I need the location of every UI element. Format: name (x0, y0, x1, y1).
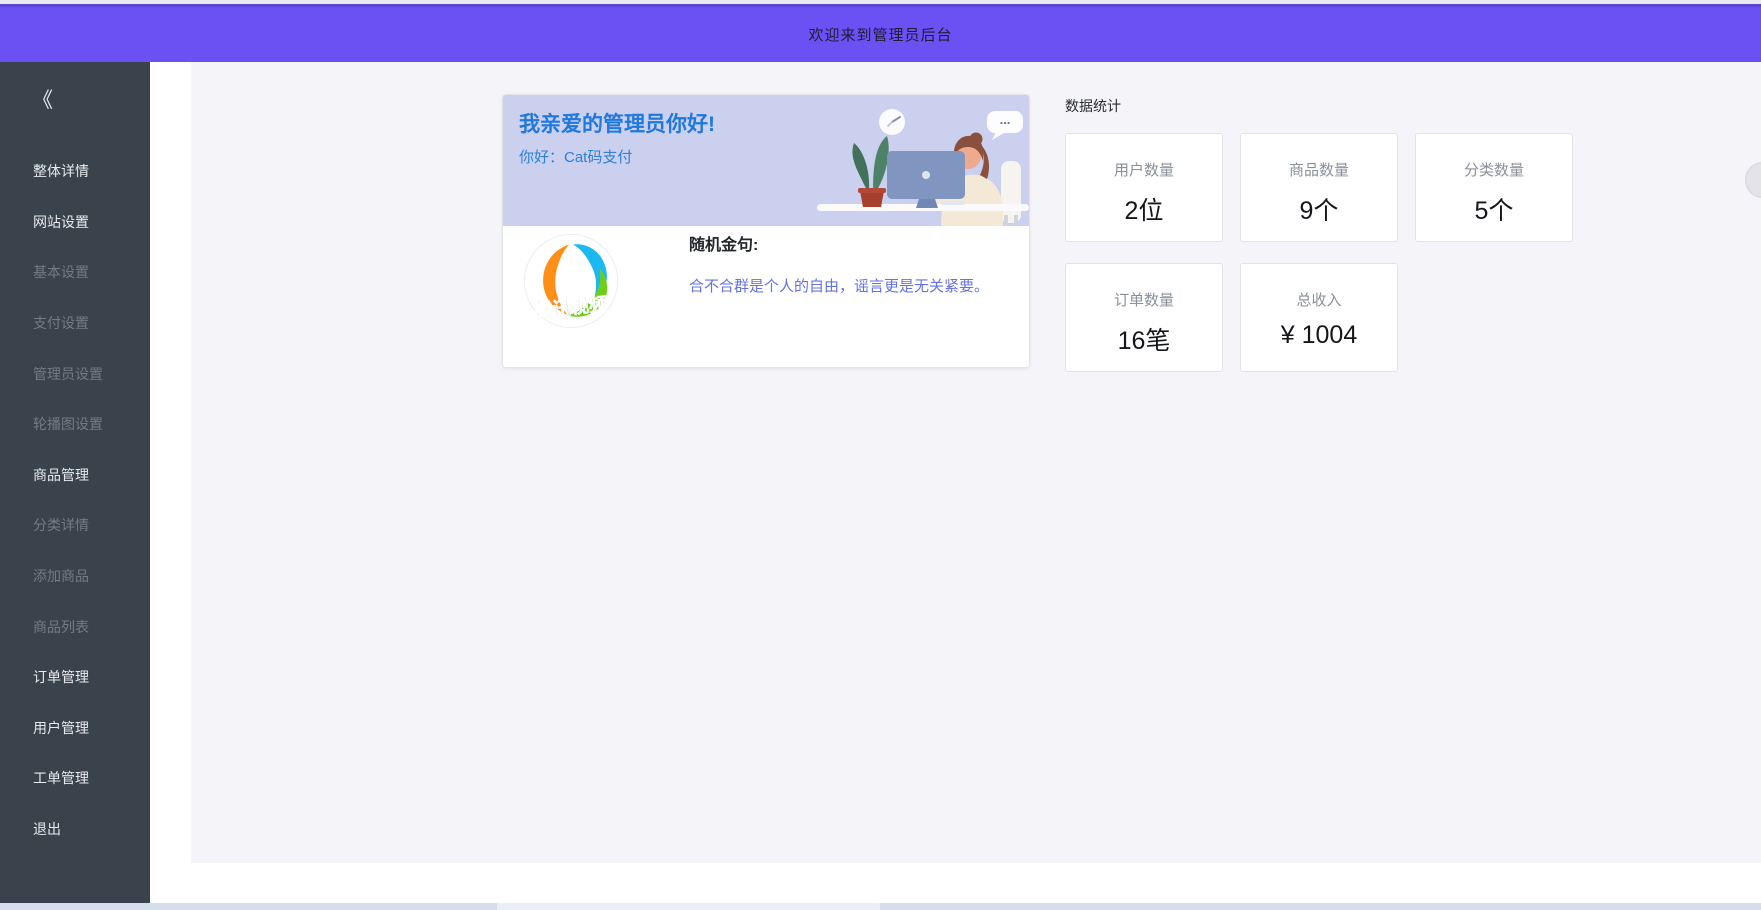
sidebar-item-add-product[interactable]: 添加商品 (0, 551, 150, 602)
sidebar-item-logout[interactable]: 退出 (0, 804, 150, 855)
stats-heading: 数据统计 (1065, 96, 1610, 116)
welcome-card-hero: 我亲爱的管理员你好! 你好：Cat码支付 (503, 95, 1029, 226)
main-content-panel: 我亲爱的管理员你好! 你好：Cat码支付 (191, 62, 1761, 863)
welcome-greeting: 你好：Cat码支付 (519, 146, 632, 167)
quote-label: 随机金句: (689, 231, 758, 255)
sidebar-item-category-details[interactable]: 分类详情 (0, 500, 150, 551)
stat-label: 分类数量 (1416, 159, 1572, 180)
chair-illustration (1001, 161, 1021, 226)
stat-value: 16笔 (1066, 321, 1222, 357)
sidebar-item-ticket-management[interactable]: 工单管理 (0, 753, 150, 804)
stat-card-orders: 订单数量 16笔 (1065, 263, 1223, 372)
sidebar-item-payment-settings[interactable]: 支付设置 (0, 298, 150, 349)
stat-value: 2位 (1066, 191, 1222, 227)
sidebar: 《 整体详情 网站设置 基本设置 支付设置 管理员设置 轮播图设置 商品管理 分… (0, 62, 150, 903)
tencent-video-logo: 腾讯视频 (523, 233, 619, 329)
stat-card-users: 用户数量 2位 (1065, 133, 1223, 242)
stat-card-revenue: 总收入 ¥ 1004 (1240, 263, 1398, 372)
horizontal-scrollbar-thumb[interactable] (497, 903, 880, 910)
sidebar-item-product-list[interactable]: 商品列表 (0, 601, 150, 652)
stat-label: 用户数量 (1066, 159, 1222, 180)
sidebar-item-basic-settings[interactable]: 基本设置 (0, 247, 150, 298)
sidebar-item-overview[interactable]: 整体详情 (0, 146, 150, 197)
sidebar-item-user-management[interactable]: 用户管理 (0, 703, 150, 754)
stats-grid: 用户数量 2位 商品数量 9个 分类数量 5个 订单数量 16笔 总收入 ¥ 1… (1065, 133, 1577, 372)
desk-illustration: ... (799, 95, 1029, 226)
sidebar-collapse-icon[interactable]: 《 (32, 84, 53, 114)
speech-bubble-dots: ... (1000, 112, 1011, 127)
stat-value: 5个 (1416, 191, 1572, 227)
sidebar-item-admin-settings[interactable]: 管理员设置 (0, 348, 150, 399)
stat-card-categories: 分类数量 5个 (1415, 133, 1573, 242)
quote-section: 腾讯视频 随机金句: 合不合群是个人的自由，谣言更是无关紧要。 (503, 226, 1029, 368)
sidebar-nav: 整体详情 网站设置 基本设置 支付设置 管理员设置 轮播图设置 商品管理 分类详… (0, 146, 150, 854)
stat-label: 总收入 (1241, 289, 1397, 310)
sidebar-item-product-management[interactable]: 商品管理 (0, 450, 150, 501)
sidebar-item-site-settings[interactable]: 网站设置 (0, 197, 150, 248)
welcome-title: 我亲爱的管理员你好! (519, 108, 715, 138)
stat-label: 订单数量 (1066, 289, 1222, 310)
stat-value: ¥ 1004 (1241, 321, 1397, 350)
sidebar-item-carousel-settings[interactable]: 轮播图设置 (0, 399, 150, 450)
quote-text: 合不合群是个人的自由，谣言更是无关紧要。 (689, 275, 994, 298)
page-title: 欢迎来到管理员后台 (808, 24, 952, 45)
clock-icon (879, 109, 905, 135)
stats-section: 数据统计 用户数量 2位 商品数量 9个 分类数量 5个 订单数量 16笔 总收… (1065, 96, 1610, 372)
sidebar-item-order-management[interactable]: 订单管理 (0, 652, 150, 703)
speech-bubble: ... (987, 111, 1023, 140)
horizontal-scrollbar (0, 903, 1761, 910)
welcome-card: 我亲爱的管理员你好! 你好：Cat码支付 (502, 94, 1030, 368)
stat-value: 9个 (1241, 191, 1397, 227)
plant-icon (852, 136, 888, 207)
header-bar: 欢迎来到管理员后台 (0, 4, 1761, 62)
stat-card-products: 商品数量 9个 (1240, 133, 1398, 242)
stat-label: 商品数量 (1241, 159, 1397, 180)
